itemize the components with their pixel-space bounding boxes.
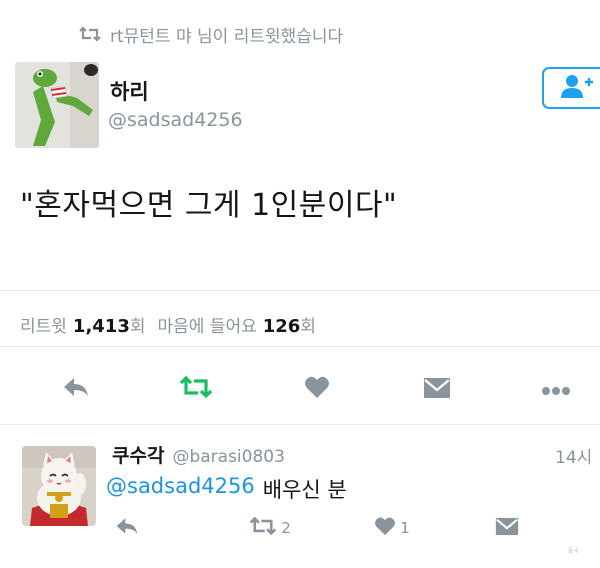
reply-timestamp[interactable]: 14시	[555, 443, 592, 468]
retweet-button[interactable]	[176, 374, 216, 404]
author-name[interactable]: 하리	[110, 76, 149, 106]
retweet-icon	[78, 26, 102, 42]
reply-text: @sadsad4256 배우신 분	[106, 474, 347, 504]
retweets-label: 리트윗	[20, 317, 67, 337]
reply-dm-button[interactable]	[492, 516, 522, 540]
reply-retweet-count: 2	[281, 519, 291, 537]
reply-reply-button[interactable]	[112, 515, 142, 541]
follow-button[interactable]	[542, 67, 600, 109]
heart-icon	[374, 516, 396, 540]
like-button[interactable]	[300, 374, 334, 404]
watermark: ä+	[568, 546, 580, 555]
reply-author-name[interactable]: 쿠수각	[112, 441, 164, 468]
divider	[0, 346, 600, 347]
dm-icon	[495, 517, 519, 540]
heart-icon	[304, 375, 330, 403]
dm-icon	[423, 377, 451, 403]
reply-button[interactable]	[58, 374, 94, 404]
likes-label: 마음에 들어요	[157, 317, 257, 337]
retweet-icon	[179, 375, 213, 403]
reply-mention[interactable]: @sadsad4256	[106, 474, 255, 504]
dm-button[interactable]	[420, 376, 454, 404]
reply-avatar[interactable]	[22, 446, 96, 526]
reply-retweet-button[interactable]: 2	[240, 515, 300, 541]
reply-body: 배우신 분	[262, 478, 347, 502]
reply-author-handle[interactable]: @barasi0803	[172, 447, 284, 467]
reply-like-button[interactable]: 1	[368, 515, 416, 541]
author-handle[interactable]: @sadsad4256	[108, 109, 243, 131]
reply-author: 쿠수각 @barasi0803	[112, 441, 285, 468]
retweets-count[interactable]: 1,413	[73, 316, 130, 337]
tweet-stats: 리트윗 1,413 회 마음에 들어요 126 회	[20, 312, 316, 337]
avatar[interactable]	[15, 62, 99, 148]
retweet-icon	[249, 516, 277, 540]
retweet-context: rt뮤턴트 먀 님이 리트윗했습니다	[78, 22, 344, 47]
add-user-icon	[560, 73, 594, 103]
tweet-text: "혼자먹으면 그게 1인분이다"	[20, 188, 398, 223]
retweet-context-text: rt뮤턴트 먀 님이 리트윗했습니다	[110, 26, 344, 47]
divider	[0, 424, 600, 425]
likes-count[interactable]: 126	[263, 316, 301, 337]
more-icon	[541, 381, 571, 400]
divider	[0, 290, 600, 291]
more-button[interactable]	[538, 378, 574, 402]
reply-like-count: 1	[400, 519, 410, 537]
reply-icon	[62, 376, 90, 402]
retweets-unit: 회	[129, 317, 146, 337]
likes-unit: 회	[300, 317, 316, 337]
reply-icon	[115, 516, 139, 540]
